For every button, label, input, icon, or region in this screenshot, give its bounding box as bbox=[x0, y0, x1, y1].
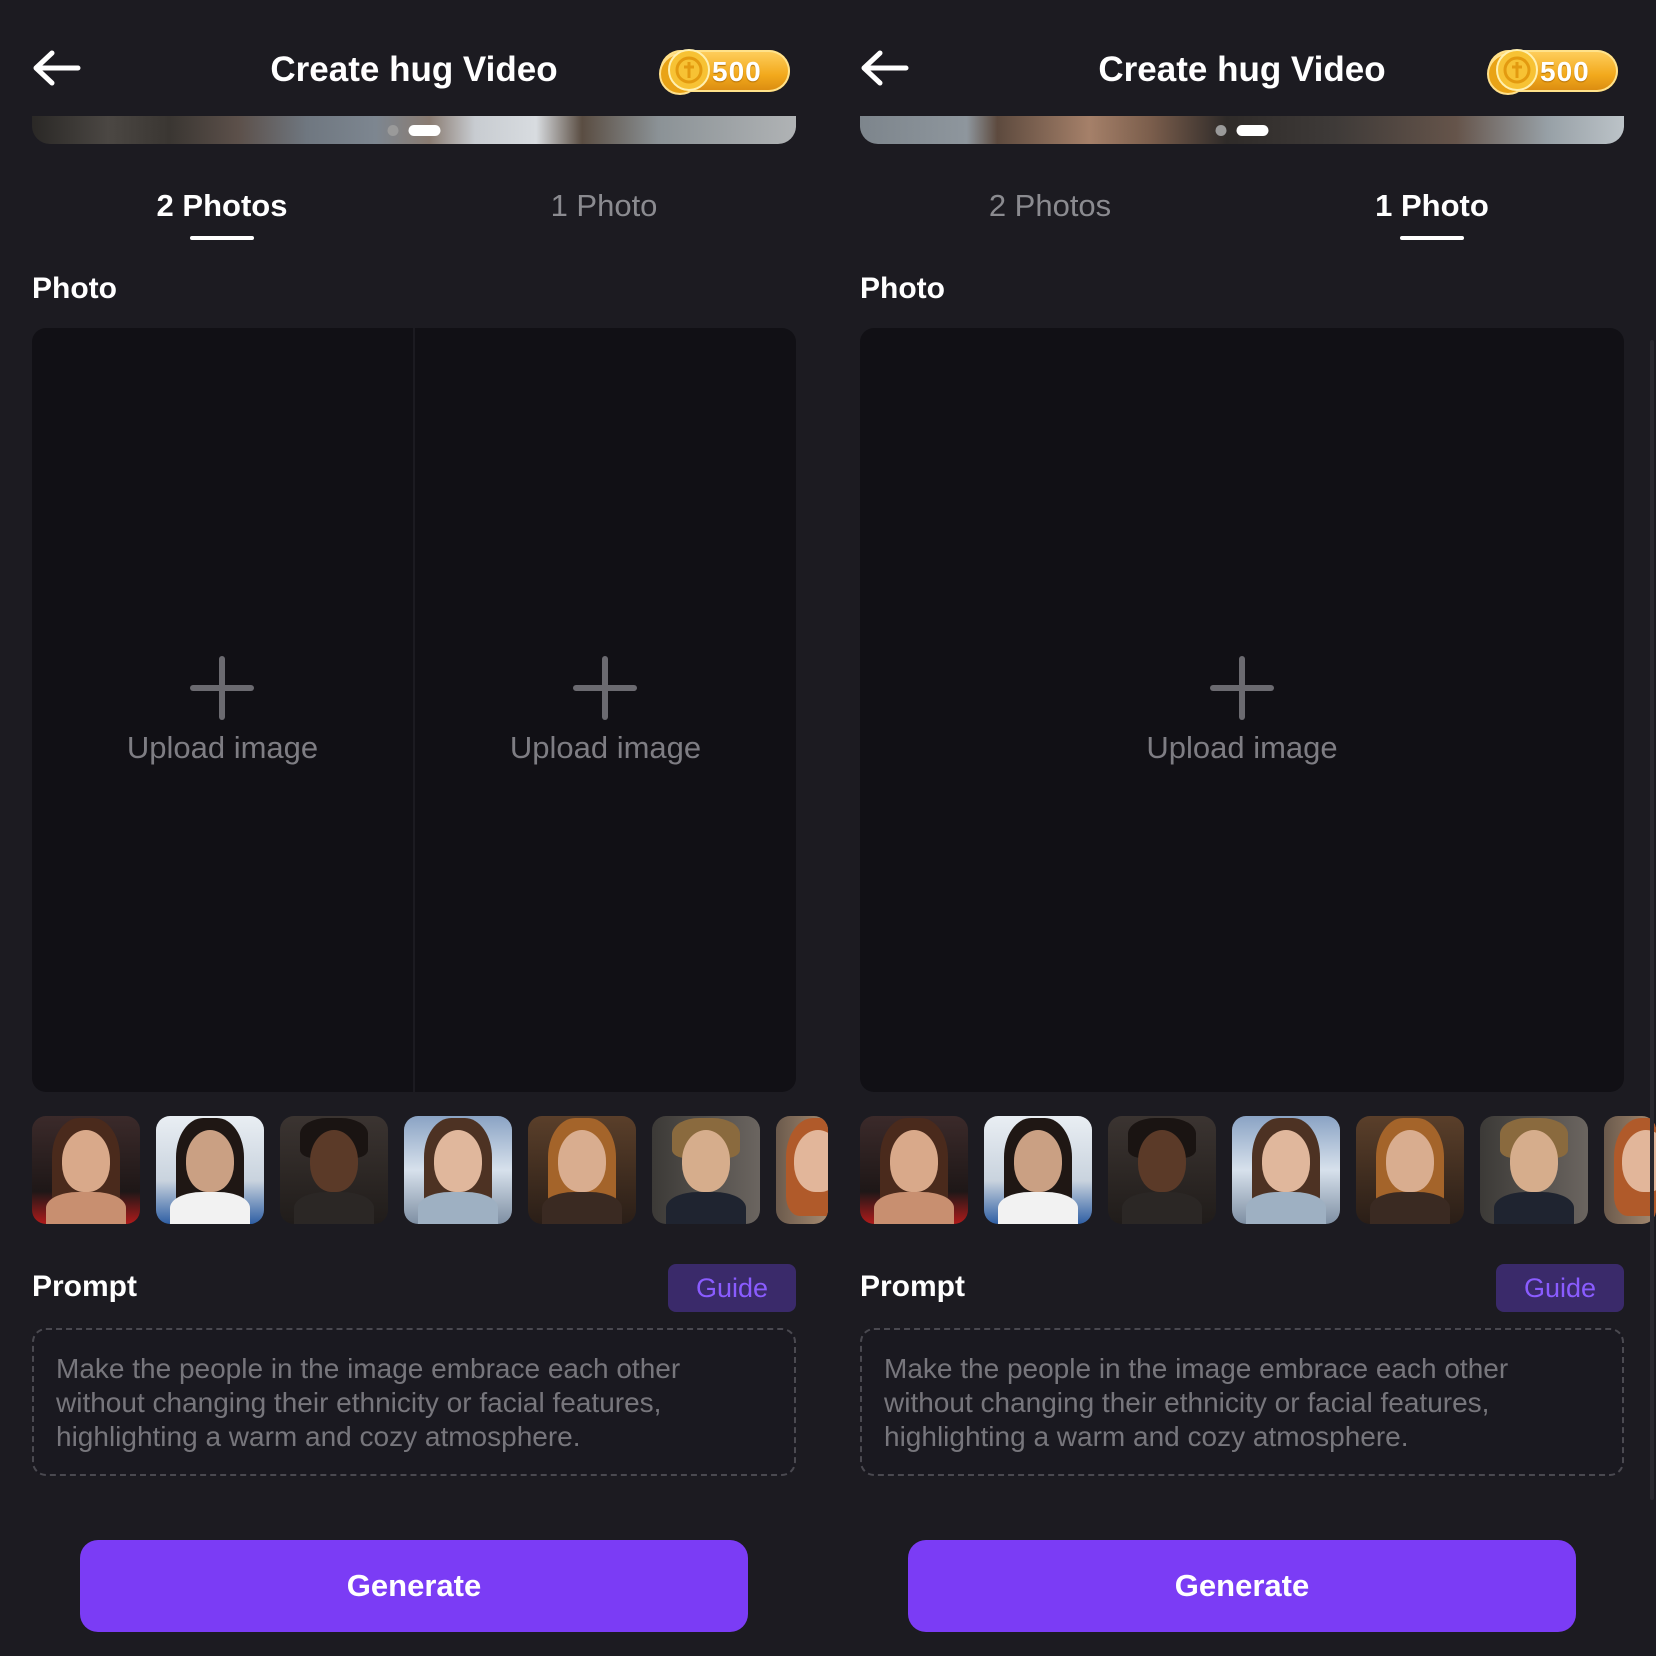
sample-photo[interactable] bbox=[776, 1116, 828, 1224]
preview-banner[interactable] bbox=[32, 116, 796, 144]
sample-photo[interactable] bbox=[1108, 1116, 1216, 1224]
tab-label: 1 Photo bbox=[1375, 188, 1489, 223]
back-arrow-icon bbox=[861, 50, 909, 86]
sample-photo[interactable] bbox=[280, 1116, 388, 1224]
header: Create hug Video 500 bbox=[828, 0, 1656, 116]
sample-photo-strip bbox=[860, 1116, 1656, 1224]
sample-photo[interactable] bbox=[32, 1116, 140, 1224]
plus-icon bbox=[1210, 656, 1274, 720]
tab-label: 2 Photos bbox=[156, 188, 288, 223]
prompt-input[interactable]: Make the people in the image embrace eac… bbox=[860, 1328, 1624, 1476]
plus-icon bbox=[190, 656, 254, 720]
sample-photo[interactable] bbox=[1232, 1116, 1340, 1224]
back-button[interactable] bbox=[30, 48, 84, 88]
tab-label: 2 Photos bbox=[988, 188, 1112, 223]
coin-count: 500 bbox=[712, 56, 762, 87]
carousel-dot bbox=[1215, 125, 1227, 136]
upload-label: Upload image bbox=[509, 730, 702, 765]
back-arrow-icon bbox=[33, 50, 81, 86]
photo-section-label: Photo bbox=[860, 272, 945, 305]
sample-photo[interactable] bbox=[860, 1116, 968, 1224]
header: Create hug Video 500 bbox=[0, 0, 828, 116]
sample-photo[interactable] bbox=[156, 1116, 264, 1224]
sample-photo[interactable] bbox=[652, 1116, 760, 1224]
upload-slot-1[interactable]: Upload image bbox=[32, 328, 413, 1092]
guide-button[interactable]: Guide bbox=[1496, 1264, 1624, 1312]
mode-tabs: 2 Photos 1 Photo bbox=[828, 188, 1656, 248]
plus-icon bbox=[573, 656, 637, 720]
screen-one-photo: Create hug Video 500 2 Photos 1 Photo Ph… bbox=[828, 0, 1656, 1656]
coin-balance-badge[interactable]: 500 bbox=[659, 49, 790, 95]
sample-photo-strip bbox=[32, 1116, 828, 1224]
carousel-dot-active bbox=[408, 125, 441, 136]
tab-2-photos[interactable]: 2 Photos bbox=[72, 188, 372, 240]
sample-photo[interactable] bbox=[1356, 1116, 1464, 1224]
sample-photo[interactable] bbox=[1480, 1116, 1588, 1224]
prompt-text: Make the people in the image embrace eac… bbox=[56, 1353, 681, 1452]
sample-photo[interactable] bbox=[528, 1116, 636, 1224]
photo-section-label: Photo bbox=[32, 272, 117, 305]
scrollbar[interactable] bbox=[1650, 340, 1654, 1500]
back-button[interactable] bbox=[858, 48, 912, 88]
tab-1-photo[interactable]: 1 Photo bbox=[454, 188, 754, 224]
coin-balance-badge[interactable]: 500 bbox=[1487, 49, 1618, 95]
mode-tabs: 2 Photos 1 Photo bbox=[0, 188, 828, 248]
tab-active-indicator bbox=[190, 236, 254, 240]
generate-button[interactable]: Generate bbox=[908, 1540, 1576, 1632]
tab-1-photo[interactable]: 1 Photo bbox=[1282, 188, 1582, 240]
carousel-dot-active bbox=[1236, 125, 1269, 136]
sample-photo[interactable] bbox=[1604, 1116, 1656, 1224]
sample-photo[interactable] bbox=[404, 1116, 512, 1224]
coin-icon bbox=[1487, 49, 1538, 95]
guide-button[interactable]: Guide bbox=[668, 1264, 796, 1312]
upload-slot-1[interactable]: Upload image bbox=[860, 328, 1624, 1092]
prompt-section-label: Prompt bbox=[860, 1270, 965, 1303]
tab-2-photos[interactable]: 2 Photos bbox=[900, 188, 1200, 224]
carousel-dot bbox=[387, 125, 399, 136]
prompt-input[interactable]: Make the people in the image embrace eac… bbox=[32, 1328, 796, 1476]
tab-label: 1 Photo bbox=[550, 188, 658, 223]
photo-upload-area: Upload image Upload image bbox=[32, 328, 796, 1092]
photo-upload-area: Upload image bbox=[860, 328, 1624, 1092]
carousel-dots bbox=[387, 125, 441, 136]
coin-count: 500 bbox=[1540, 56, 1590, 87]
upload-label: Upload image bbox=[1146, 730, 1338, 765]
upload-slot-2[interactable]: Upload image bbox=[415, 328, 796, 1092]
tab-active-indicator bbox=[1400, 236, 1464, 240]
coin-icon bbox=[659, 49, 710, 95]
prompt-section-label: Prompt bbox=[32, 1270, 137, 1303]
preview-banner[interactable] bbox=[860, 116, 1624, 144]
sample-photo[interactable] bbox=[984, 1116, 1092, 1224]
screen-two-photos: Create hug Video 500 2 Photos 1 Photo Ph… bbox=[0, 0, 828, 1656]
prompt-text: Make the people in the image embrace eac… bbox=[884, 1353, 1509, 1452]
carousel-dots bbox=[1215, 125, 1269, 136]
upload-label: Upload image bbox=[126, 730, 319, 765]
generate-button[interactable]: Generate bbox=[80, 1540, 748, 1632]
